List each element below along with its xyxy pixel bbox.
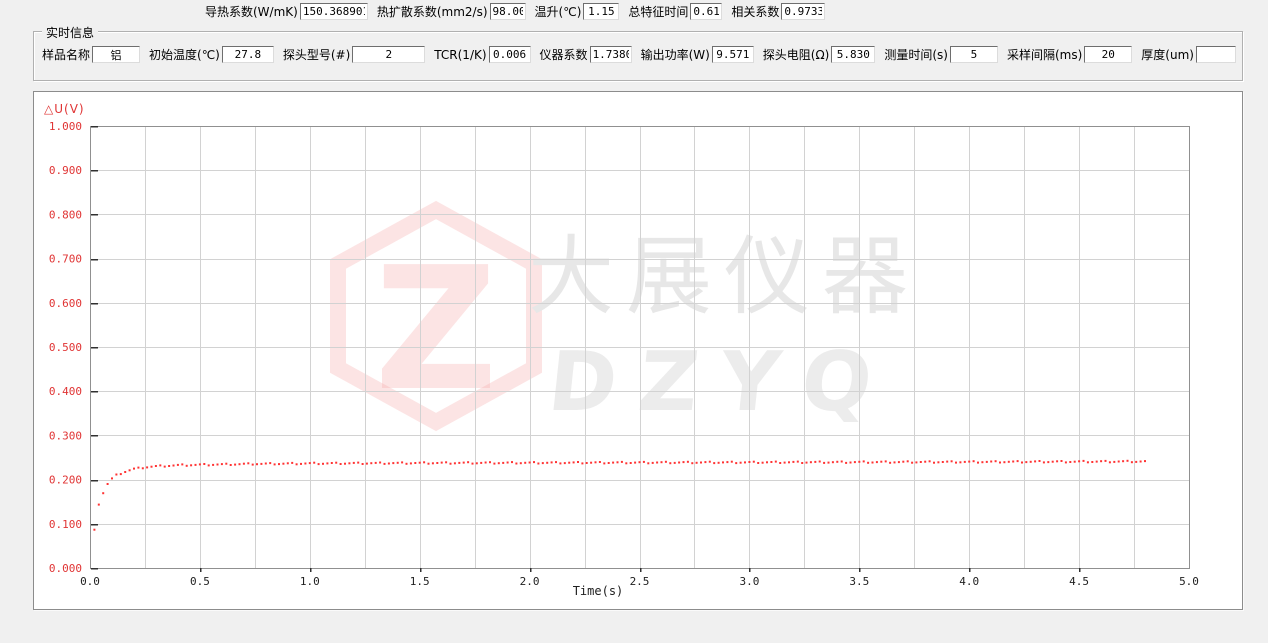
field-input[interactable]	[583, 3, 619, 20]
svg-text:0.200: 0.200	[49, 474, 82, 487]
field-input[interactable]	[352, 46, 425, 63]
svg-text:3.0: 3.0	[739, 575, 759, 588]
watermark-logo-z: Z	[374, 231, 497, 429]
field-label: 探头型号(#)	[283, 46, 350, 63]
svg-text:0.300: 0.300	[49, 429, 82, 442]
field-label: 相关系数	[731, 3, 779, 20]
groupbox-title: 实时信息	[42, 24, 98, 41]
field-label: 初始温度(℃)	[149, 46, 220, 63]
watermark-text-en: DZYQ	[544, 335, 899, 430]
field-label: 样品名称	[42, 46, 90, 63]
svg-text:4.5: 4.5	[1069, 575, 1089, 588]
field-input[interactable]	[1084, 46, 1132, 63]
svg-text:1.0: 1.0	[300, 575, 320, 588]
field-input[interactable]	[1196, 46, 1236, 63]
field-label: 测量时间(s)	[884, 46, 948, 63]
field-pair: 仪器系数	[540, 46, 632, 63]
field-pair: 探头电阻(Ω)	[763, 46, 876, 63]
field-input[interactable]	[489, 46, 531, 63]
svg-text:0.400: 0.400	[49, 385, 82, 398]
result-fields-row: 导热系数(W/mK) 热扩散系数(mm2/s) 温升(℃) 总特征时间 相关系数	[205, 3, 834, 20]
svg-text:4.0: 4.0	[959, 575, 979, 588]
field-pair: 总特征时间	[628, 3, 722, 20]
field-pair: TCR(1/K)	[434, 46, 530, 63]
svg-text:0.0: 0.0	[80, 575, 100, 588]
field-label: 仪器系数	[540, 46, 588, 63]
svg-text:0.700: 0.700	[49, 253, 82, 266]
watermark-text-cn: 大展仪器	[528, 227, 920, 327]
field-input[interactable]	[712, 46, 754, 63]
field-pair: 热扩散系数(mm2/s)	[377, 3, 526, 20]
field-input[interactable]	[590, 46, 632, 63]
field-pair: 样品名称	[42, 46, 140, 63]
chart-panel: Z大展仪器DZYQ0.0000.1000.2000.3000.4000.5000…	[33, 91, 1243, 610]
field-label: 热扩散系数(mm2/s)	[377, 3, 488, 20]
field-input[interactable]	[300, 3, 368, 20]
field-pair: 输出功率(W)	[641, 46, 754, 63]
x-axis-title: Time(s)	[538, 584, 658, 598]
svg-text:0.800: 0.800	[49, 208, 82, 221]
field-label: 导热系数(W/mK)	[205, 3, 298, 20]
field-pair: 探头型号(#)	[283, 46, 425, 63]
field-label: 输出功率(W)	[641, 46, 710, 63]
field-label: 探头电阻(Ω)	[763, 46, 830, 63]
field-input[interactable]	[222, 46, 274, 63]
field-label: 总特征时间	[628, 3, 688, 20]
field-pair: 相关系数	[731, 3, 825, 20]
grid-lines	[90, 126, 1189, 568]
y-axis-title: △U(V)	[44, 102, 85, 116]
realtime-info-groupbox: 实时信息 样品名称初始温度(℃)探头型号(#)TCR(1/K)仪器系数输出功率(…	[33, 31, 1243, 81]
svg-text:2.0: 2.0	[520, 575, 540, 588]
svg-text:0.000: 0.000	[49, 562, 82, 575]
field-input[interactable]	[781, 3, 825, 20]
svg-text:3.5: 3.5	[849, 575, 869, 588]
field-pair: 测量时间(s)	[884, 46, 998, 63]
field-pair: 厚度(um)	[1141, 46, 1236, 63]
svg-text:0.600: 0.600	[49, 297, 82, 310]
svg-text:0.900: 0.900	[49, 164, 82, 177]
field-label: 温升(℃)	[535, 3, 582, 20]
field-pair: 导热系数(W/mK)	[205, 3, 368, 20]
data-series-points	[93, 460, 1146, 531]
svg-text:0.5: 0.5	[190, 575, 210, 588]
watermark: Z 大展仪器DZYQ	[338, 210, 920, 430]
svg-text:0.100: 0.100	[49, 518, 82, 531]
field-input[interactable]	[92, 46, 140, 63]
svg-text:0.500: 0.500	[49, 341, 82, 354]
field-label: TCR(1/K)	[434, 48, 486, 62]
field-input[interactable]	[950, 46, 998, 63]
y-tick-labels: 0.000 0.100 0.200 0.300 0.400 0.500 0.600 0.700…	[49, 120, 82, 575]
app-window: { "window": { "bg": "#f0f0f0", "panel_bg…	[0, 0, 1268, 643]
field-input[interactable]	[490, 3, 526, 20]
field-pair: 初始温度(℃)	[149, 46, 274, 63]
field-input[interactable]	[690, 3, 722, 20]
field-input[interactable]	[831, 46, 875, 63]
field-pair: 采样间隔(ms)	[1007, 46, 1132, 63]
field-label: 采样间隔(ms)	[1007, 46, 1082, 63]
svg-text:1.000: 1.000	[49, 120, 82, 133]
field-pair: 温升(℃)	[535, 3, 620, 20]
realtime-fields-row: 样品名称 初始温度(℃) 探头型号(#) TCR(1/K) 仪器系数 输出功率(W) 探头电…	[42, 46, 1245, 63]
svg-text:1.5: 1.5	[410, 575, 430, 588]
svg-text:5.0: 5.0	[1179, 575, 1199, 588]
chart: Z大展仪器DZYQ0.0000.1000.2000.3000.4000.5000…	[34, 92, 1244, 611]
field-label: 厚度(um)	[1141, 46, 1194, 63]
